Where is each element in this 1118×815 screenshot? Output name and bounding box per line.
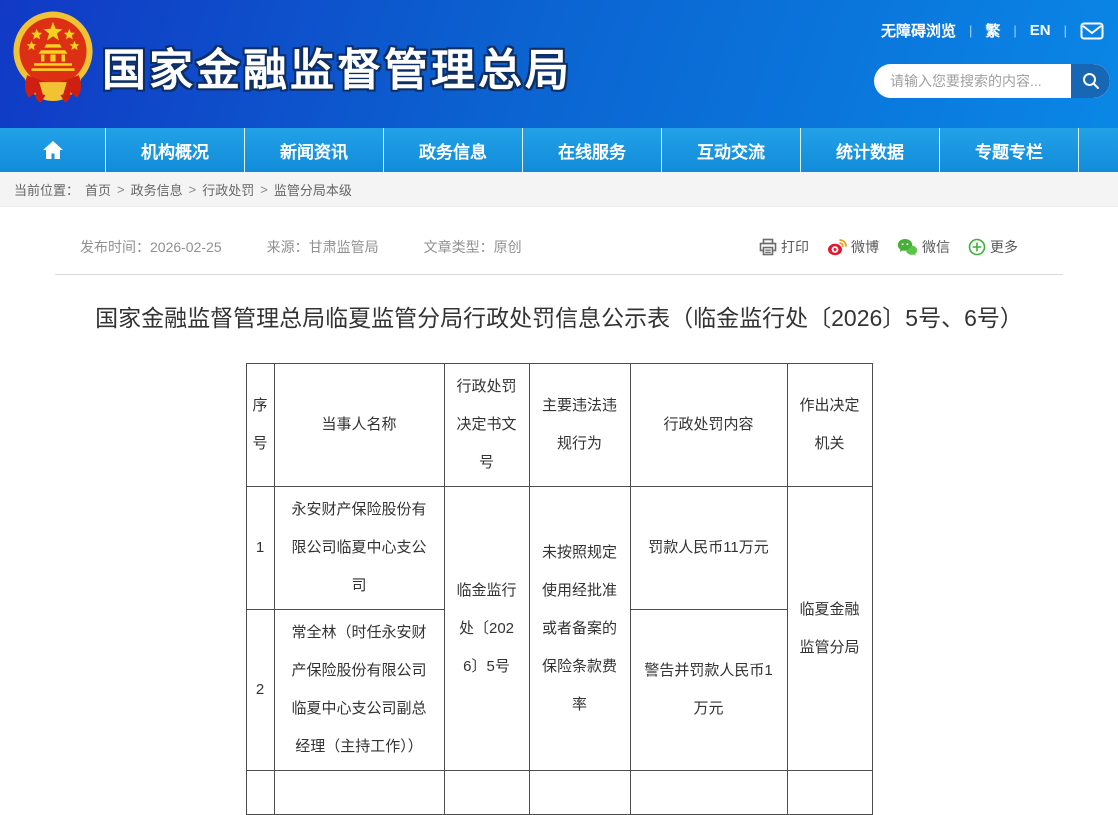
cell-penalty-1: 罚款人民币11万元 bbox=[629, 486, 788, 610]
breadcrumb-zhengwuxinxi[interactable]: 政务信息 bbox=[131, 180, 183, 199]
topbar: 无障碍浏览 | 繁 | EN | bbox=[881, 20, 1104, 41]
header-penalty: 行政处罚内容 bbox=[629, 363, 788, 487]
topbar-separator: | bbox=[968, 23, 973, 38]
weibo-share-button[interactable]: 微博 bbox=[827, 237, 879, 257]
cell-violation-3 bbox=[528, 770, 631, 815]
weibo-icon bbox=[828, 239, 847, 256]
cell-doc-no: 临金监行处〔2026〕5号 bbox=[443, 486, 530, 771]
cell-authority: 临夏金融监管分局 bbox=[786, 486, 873, 771]
topbar-separator: | bbox=[1013, 23, 1017, 38]
print-button[interactable]: 打印 bbox=[759, 237, 809, 257]
breadcrumb-xingzhengchufa[interactable]: 行政处罚 bbox=[202, 180, 254, 199]
printer-icon bbox=[759, 238, 777, 256]
wechat-icon bbox=[897, 239, 918, 256]
wechat-label: 微信 bbox=[922, 239, 950, 255]
breadcrumb-separator: > bbox=[260, 181, 268, 197]
nav-item-zaixianfuwu[interactable]: 在线服务 bbox=[523, 128, 662, 172]
cell-party-1: 永安财产保险股份有限公司临夏中心支公司 bbox=[273, 486, 445, 610]
english-link[interactable]: EN bbox=[1030, 22, 1051, 39]
table-row: 1 永安财产保险股份有限公司临夏中心支公司 临金监行处〔2026〕5号 未按照规… bbox=[245, 486, 873, 771]
cell-no-1: 1 bbox=[245, 486, 275, 610]
header-party: 当事人名称 bbox=[273, 363, 445, 487]
wechat-share-button[interactable]: 微信 bbox=[897, 237, 950, 257]
penalty-table: 序号 当事人名称 行政处罚决定书文号 主要违法违规行为 行政处罚内容 作出决定机… bbox=[245, 363, 873, 815]
meta-divider bbox=[55, 274, 1063, 275]
table-header-row: 序号 当事人名称 行政处罚决定书文号 主要违法违规行为 行政处罚内容 作出决定机… bbox=[245, 363, 873, 487]
cell-doc-no-3 bbox=[443, 770, 530, 815]
nav-home[interactable] bbox=[0, 128, 106, 172]
nav-item-xinwenzixun[interactable]: 新闻资讯 bbox=[245, 128, 384, 172]
plus-circle-icon bbox=[968, 238, 986, 256]
article: 发布时间：2026-02-25 来源：甘肃监管局 文章类型：原创 打印 微博 微… bbox=[0, 207, 1118, 815]
cell-party-3 bbox=[273, 770, 445, 815]
nav-item-jigougaikuang[interactable]: 机构概况 bbox=[106, 128, 245, 172]
topbar-separator: | bbox=[1063, 23, 1067, 38]
publish-time-label: 发布时间： bbox=[80, 239, 150, 255]
source-value: 甘肃监管局 bbox=[308, 239, 379, 255]
article-type-value: 原创 bbox=[493, 239, 522, 255]
search-icon bbox=[1082, 73, 1099, 89]
article-type: 文章类型：原创 bbox=[424, 237, 522, 257]
more-label: 更多 bbox=[990, 239, 1018, 255]
breadcrumb-separator: > bbox=[117, 181, 125, 197]
nav-item-tongjishuju[interactable]: 统计数据 bbox=[801, 128, 940, 172]
article-meta: 发布时间：2026-02-25 来源：甘肃监管局 文章类型：原创 打印 微博 微… bbox=[55, 237, 1063, 257]
source: 来源：甘肃监管局 bbox=[267, 237, 379, 257]
breadcrumb-label: 当前位置： bbox=[14, 182, 80, 198]
search-box bbox=[874, 64, 1110, 98]
print-label: 打印 bbox=[781, 239, 809, 255]
share-group: 打印 微博 微信 更多 bbox=[759, 237, 1018, 257]
breadcrumb-separator: > bbox=[188, 181, 197, 197]
cell-penalty-3 bbox=[629, 770, 788, 815]
breadcrumb: 当前位置： 首页 > 政务信息 > 行政处罚 > 监管分局本级 bbox=[0, 172, 1118, 207]
site-header: 国家金融监督管理总局 无障碍浏览 | 繁 | EN | bbox=[0, 0, 1118, 128]
nav-item-zhuantizhuanlan[interactable]: 专题专栏 bbox=[940, 128, 1079, 172]
breadcrumb-current[interactable]: 监管分局本级 bbox=[274, 180, 352, 199]
table-row bbox=[245, 770, 873, 815]
search-button[interactable] bbox=[1071, 64, 1110, 98]
cell-no-2: 2 bbox=[245, 609, 275, 771]
nav-item-zhengwuxinxi[interactable]: 政务信息 bbox=[384, 128, 523, 172]
page-title: 国家金融监督管理总局临夏监管分局行政处罚信息公示表（临金监行处〔2026〕5号、… bbox=[95, 305, 1023, 331]
cell-penalty-2: 警告并罚款人民币1万元 bbox=[629, 609, 788, 771]
header-no: 序号 bbox=[245, 363, 275, 487]
nav-item-hudongjiaoliu[interactable]: 互动交流 bbox=[662, 128, 801, 172]
home-icon bbox=[42, 141, 63, 159]
cell-party-2: 常全林（时任永安财产保险股份有限公司临夏中心支公司副总经理（主持工作）） bbox=[273, 609, 445, 771]
publish-time: 发布时间：2026-02-25 bbox=[80, 237, 222, 257]
cell-authority-3 bbox=[786, 770, 873, 815]
more-share-button[interactable]: 更多 bbox=[968, 237, 1018, 257]
cell-no-3 bbox=[245, 770, 275, 815]
traditional-chinese-link[interactable]: 繁 bbox=[985, 20, 1000, 41]
cell-violation: 未按照规定使用经批准或者备案的保险条款费率 bbox=[528, 486, 631, 771]
accessibility-link[interactable]: 无障碍浏览 bbox=[881, 20, 956, 41]
mail-icon[interactable] bbox=[1080, 22, 1104, 40]
header-violation: 主要违法违规行为 bbox=[528, 363, 631, 487]
source-label: 来源： bbox=[266, 239, 309, 255]
weibo-label: 微博 bbox=[851, 239, 879, 255]
header-doc-no: 行政处罚决定书文号 bbox=[443, 363, 530, 487]
site-title: 国家金融监督管理总局 bbox=[102, 46, 572, 95]
article-type-label: 文章类型： bbox=[423, 239, 494, 255]
breadcrumb-home[interactable]: 首页 bbox=[85, 180, 111, 199]
main-nav: 机构概况 新闻资讯 政务信息 在线服务 互动交流 统计数据 专题专栏 bbox=[0, 128, 1118, 172]
header-authority: 作出决定机关 bbox=[786, 363, 873, 487]
publish-time-value: 2026-02-25 bbox=[150, 239, 222, 255]
national-emblem bbox=[13, 11, 93, 103]
search-input[interactable] bbox=[874, 64, 1071, 98]
